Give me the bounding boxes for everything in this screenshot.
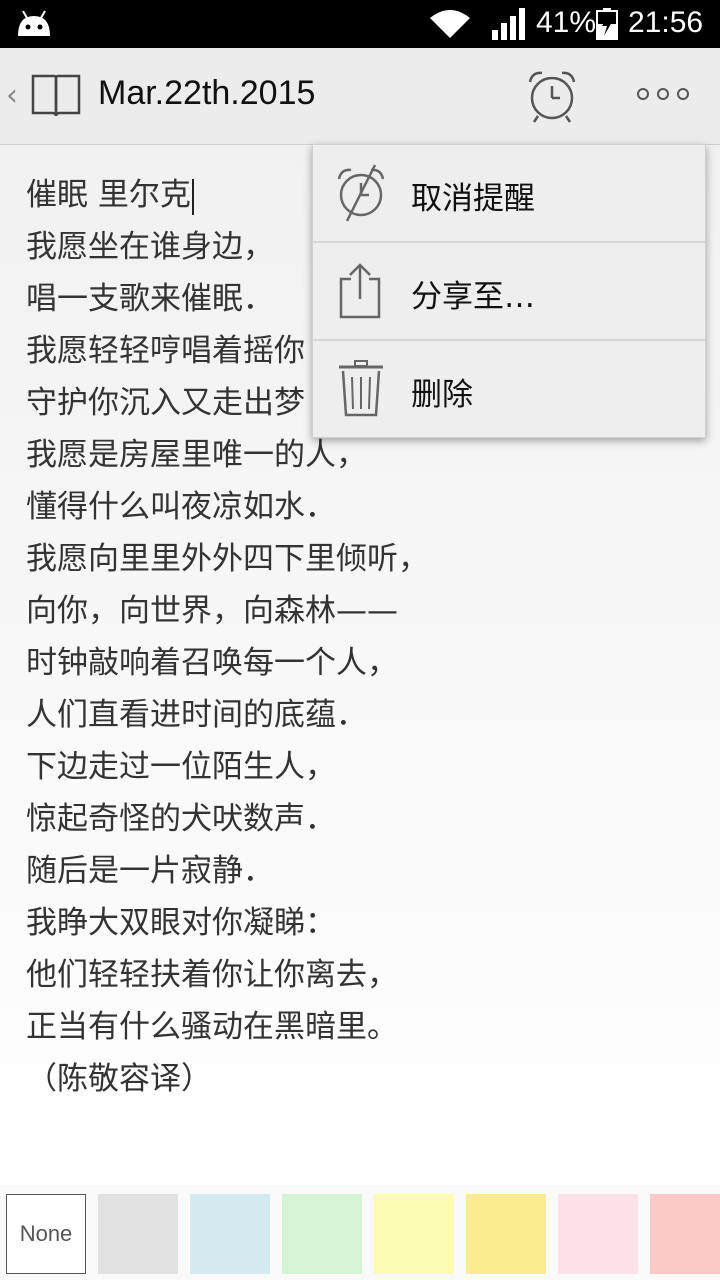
overflow-menu: 取消提醒 分享至… 删除 xyxy=(312,144,706,438)
wifi-icon xyxy=(430,10,470,38)
swatch-color[interactable] xyxy=(466,1194,546,1274)
battery-charging-icon xyxy=(596,8,618,40)
note-line[interactable]: 时钟敲响着召唤每一个人， xyxy=(26,637,429,689)
menu-item-label: 取消提醒 xyxy=(411,181,535,217)
share-icon xyxy=(339,263,381,319)
note-line[interactable]: 下边走过一位陌生人， xyxy=(26,741,429,793)
trash-icon xyxy=(339,360,383,417)
status-bar: 41% 21:56 xyxy=(0,0,720,48)
note-line[interactable]: 我愿向里里外外四下里倾听， xyxy=(26,533,429,585)
swatch-color[interactable] xyxy=(190,1194,270,1274)
note-line[interactable]: 惊起奇怪的犬吠数声． xyxy=(26,793,429,845)
android-icon xyxy=(18,10,50,36)
swatch-none[interactable]: None xyxy=(6,1194,86,1274)
swatch-color[interactable] xyxy=(558,1194,638,1274)
swatch-color[interactable] xyxy=(374,1194,454,1274)
note-line[interactable]: 我睁大双眼对你凝睇： xyxy=(26,897,429,949)
note-line[interactable]: 正当有什么骚动在黑暗里。 xyxy=(26,1001,429,1053)
alarm-off-icon xyxy=(337,164,385,222)
back-chevron-icon[interactable]: ‹ xyxy=(6,78,18,113)
text-cursor xyxy=(191,178,194,215)
note-line[interactable]: 向你，向世界，向森林—— xyxy=(26,585,429,637)
color-swatch-bar: None xyxy=(0,1186,720,1280)
note-line[interactable]: 他们轻轻扶着你让你离去， xyxy=(26,949,429,1001)
action-bar: ‹ Mar.22th.2015 xyxy=(0,48,720,145)
menu-item-cancel-reminder[interactable]: 取消提醒 xyxy=(313,145,705,241)
note-line[interactable]: 懂得什么叫夜凉如水． xyxy=(26,481,429,533)
menu-item-label: 分享至… xyxy=(411,279,535,315)
alarm-clock-icon[interactable] xyxy=(524,68,580,124)
swatch-color[interactable] xyxy=(650,1194,720,1274)
note-line[interactable]: （陈敬容译） xyxy=(26,1053,429,1105)
swatch-color[interactable] xyxy=(98,1194,178,1274)
note-line[interactable]: 随后是一片寂静． xyxy=(26,845,429,897)
note-line[interactable]: 人们直看进时间的底蕴． xyxy=(26,689,429,741)
swatch-color[interactable] xyxy=(282,1194,362,1274)
menu-item-share[interactable]: 分享至… xyxy=(313,243,705,339)
signal-icon xyxy=(492,8,525,40)
clock: 21:56 xyxy=(628,6,704,39)
battery-percent: 41% xyxy=(536,6,597,39)
note-date-title: Mar.22th.2015 xyxy=(98,74,316,112)
more-options-icon[interactable] xyxy=(634,84,692,104)
menu-item-delete[interactable]: 删除 xyxy=(313,341,705,437)
menu-item-label: 删除 xyxy=(411,377,473,413)
swatch-none-label: None xyxy=(19,1221,73,1246)
notebook-icon[interactable] xyxy=(30,72,82,118)
